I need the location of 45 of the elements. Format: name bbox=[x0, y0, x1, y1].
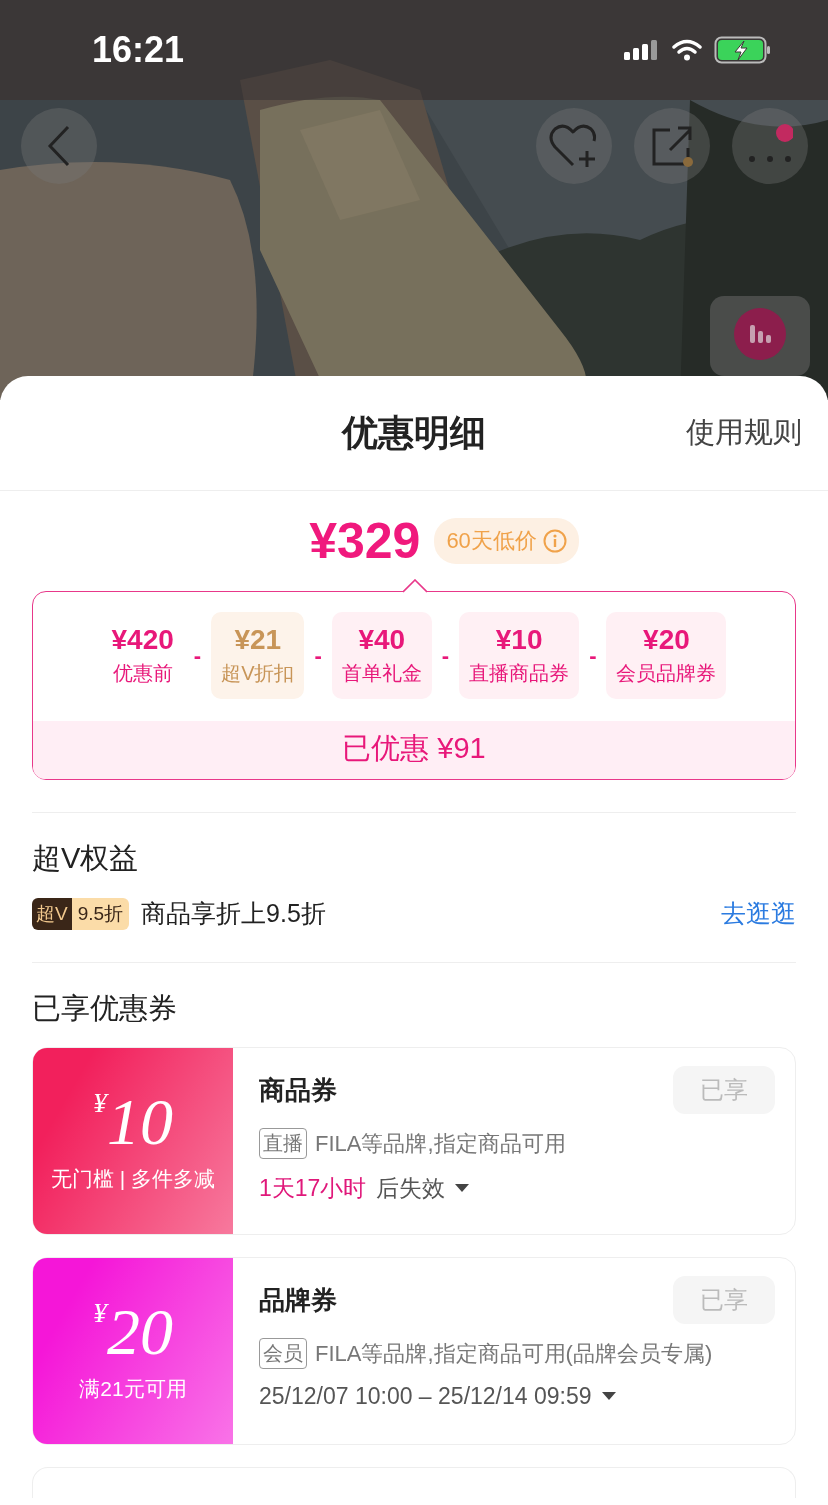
minus-sign: - bbox=[314, 642, 322, 669]
discount-item: ¥10 直播商品券 bbox=[459, 612, 580, 699]
coupon-condition: 满21元可用 bbox=[79, 1376, 187, 1402]
discount-item: ¥420 优惠前 bbox=[110, 623, 175, 686]
coupon-amount: ¥10 bbox=[93, 1089, 173, 1155]
coupon-tag: 会员 bbox=[259, 1338, 307, 1369]
sheet-title: 优惠明细 bbox=[342, 410, 486, 455]
share-icon bbox=[650, 124, 694, 168]
validity-text: 25/12/07 10:00 – 25/12/14 09:59 bbox=[259, 1383, 592, 1410]
minus-sign: - bbox=[589, 642, 597, 669]
coupon-description: FILA等品牌,指定商品可用 bbox=[315, 1129, 566, 1158]
dropdown-icon[interactable] bbox=[601, 1392, 616, 1401]
validity-text: 后失效 bbox=[376, 1174, 446, 1203]
coupon-amount: ¥20 bbox=[93, 1299, 173, 1365]
info-icon bbox=[542, 529, 567, 553]
final-price: ¥329 bbox=[309, 512, 421, 570]
coupon-tag: 直播 bbox=[259, 1128, 307, 1159]
chart-bars-icon bbox=[734, 308, 786, 360]
rules-link[interactable]: 使用规则 bbox=[686, 413, 802, 453]
benefit-text: 商品享折上9.5折 bbox=[141, 898, 327, 929]
browse-link[interactable]: 去逛逛 bbox=[721, 897, 796, 930]
wifi-icon bbox=[672, 39, 702, 61]
battery-icon bbox=[714, 36, 772, 64]
status-time: 16:21 bbox=[92, 29, 185, 71]
minus-sign: - bbox=[193, 642, 202, 669]
minus-sign: - bbox=[441, 642, 450, 669]
discount-item: ¥40 首单礼金 bbox=[331, 612, 432, 699]
dropdown-icon[interactable] bbox=[455, 1184, 470, 1193]
coupon-name: 品牌券 bbox=[259, 1283, 337, 1317]
discount-item: ¥20 会员品牌券 bbox=[606, 612, 727, 699]
total-savings: 已优惠 ¥91 bbox=[33, 721, 795, 779]
low-price-badge[interactable]: 60天低价 bbox=[434, 518, 579, 564]
coupon-condition: 无门槛 | 多件多减 bbox=[50, 1166, 216, 1192]
coupon-description: FILA等品牌,指定商品可用(品牌会员专属) bbox=[315, 1339, 713, 1368]
section-title: 已享优惠券 bbox=[32, 991, 178, 1026]
used-button[interactable]: 已享 bbox=[673, 1276, 775, 1324]
section-title: 超V权益 bbox=[32, 841, 140, 876]
signal-icon bbox=[624, 38, 660, 62]
used-button[interactable]: 已享 bbox=[673, 1066, 775, 1114]
back-icon bbox=[46, 125, 72, 167]
discount-item: ¥21 超V折扣 bbox=[211, 612, 305, 699]
countdown-text: 1天17小时 bbox=[259, 1174, 367, 1203]
live-price-widget[interactable] bbox=[710, 296, 810, 376]
heart-plus-icon bbox=[549, 123, 599, 169]
coupon-name: 商品券 bbox=[259, 1073, 337, 1107]
